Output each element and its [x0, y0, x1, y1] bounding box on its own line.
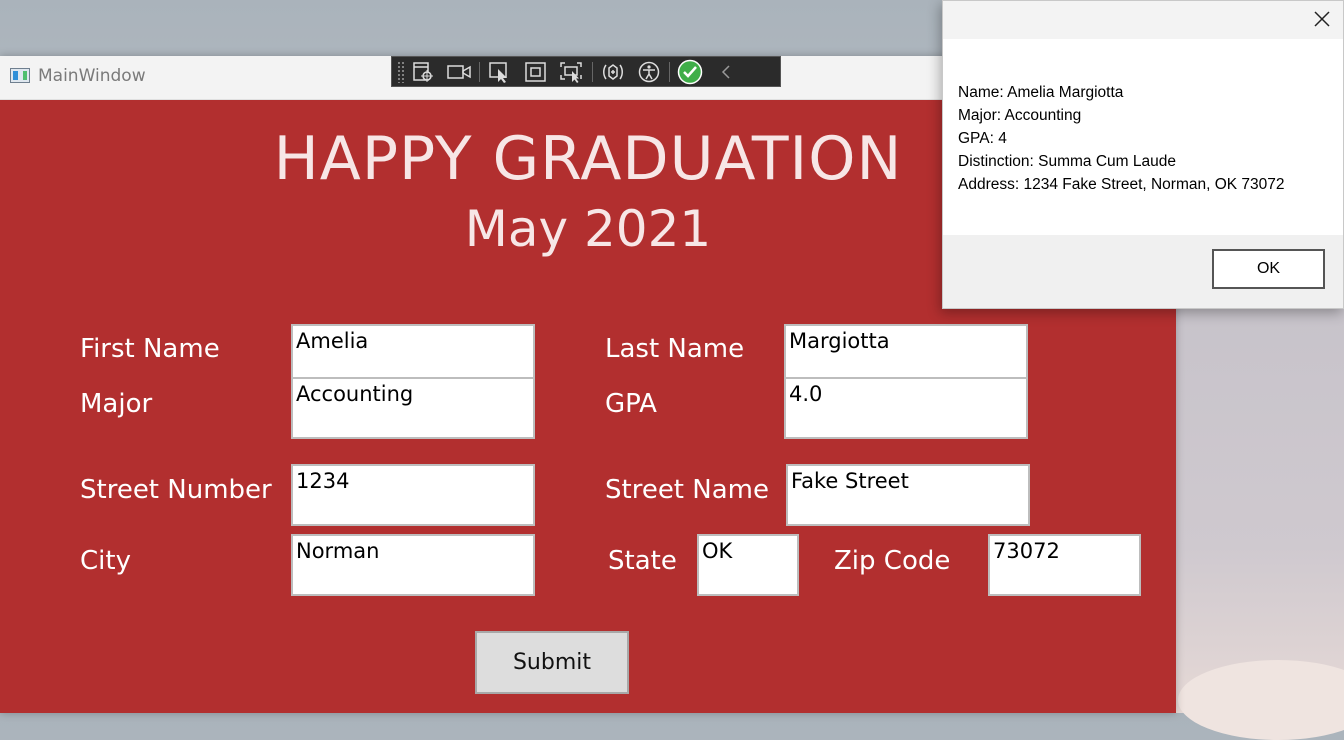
zip-code-label: Zip Code: [834, 546, 951, 576]
last-name-label: Last Name: [605, 334, 745, 364]
select-element-icon[interactable]: [482, 58, 518, 86]
street-name-field[interactable]: Fake Street: [786, 464, 1030, 526]
submit-button[interactable]: Submit: [475, 631, 629, 694]
state-label: State: [608, 546, 677, 576]
street-number-label: Street Number: [80, 475, 272, 505]
record-icon[interactable]: [441, 58, 477, 86]
binding-check-icon[interactable]: [672, 58, 708, 86]
major-label: Major: [80, 389, 153, 419]
city-field[interactable]: Norman: [291, 534, 535, 596]
dialog-line-gpa: GPA: 4: [958, 130, 1007, 147]
zip-code-field[interactable]: 73072: [988, 534, 1141, 596]
dialog-titlebar[interactable]: [943, 1, 1343, 39]
toolbar-separator: [592, 61, 593, 82]
ok-button[interactable]: OK: [1212, 249, 1325, 289]
hot-reload-icon[interactable]: [595, 58, 631, 86]
app-icon: [10, 68, 30, 83]
desktop-background: [1176, 300, 1344, 713]
state-field[interactable]: OK: [697, 534, 799, 596]
dialog-line-distinction: Distinction: Summa Cum Laude: [958, 153, 1176, 170]
street-name-label: Street Name: [605, 475, 769, 505]
gpa-field[interactable]: 4.0: [784, 377, 1028, 439]
close-icon[interactable]: [1307, 5, 1337, 33]
gpa-label: GPA: [605, 389, 657, 419]
message-dialog: Name: Amelia Margiotta Major: Accounting…: [942, 0, 1344, 309]
xaml-debug-toolbar: [391, 56, 781, 87]
accessibility-icon[interactable]: [631, 58, 667, 86]
dialog-line-major: Major: Accounting: [958, 107, 1082, 124]
live-visual-tree-icon[interactable]: [405, 58, 441, 86]
dialog-line-address: Address: 1234 Fake Street, Norman, OK 73…: [958, 176, 1285, 193]
dialog-footer: OK: [943, 235, 1343, 308]
major-field[interactable]: Accounting: [291, 377, 535, 439]
track-focus-icon[interactable]: [554, 58, 590, 86]
toolbar-grip-handle[interactable]: [397, 60, 405, 83]
street-number-field[interactable]: 1234: [291, 464, 535, 526]
toolbar-separator: [479, 61, 480, 82]
display-layout-adorners-icon[interactable]: [518, 58, 554, 86]
toolbar-separator: [669, 61, 670, 82]
dialog-message: Name: Amelia Margiotta Major: Accounting…: [958, 81, 1285, 196]
last-name-field[interactable]: Margiotta: [784, 324, 1028, 379]
collapse-chevron-icon[interactable]: [708, 58, 744, 86]
window-title: MainWindow: [38, 66, 146, 86]
city-label: City: [80, 546, 131, 576]
first-name-label: First Name: [80, 334, 220, 364]
first-name-field[interactable]: Amelia: [291, 324, 535, 379]
dialog-line-name: Name: Amelia Margiotta: [958, 84, 1124, 101]
